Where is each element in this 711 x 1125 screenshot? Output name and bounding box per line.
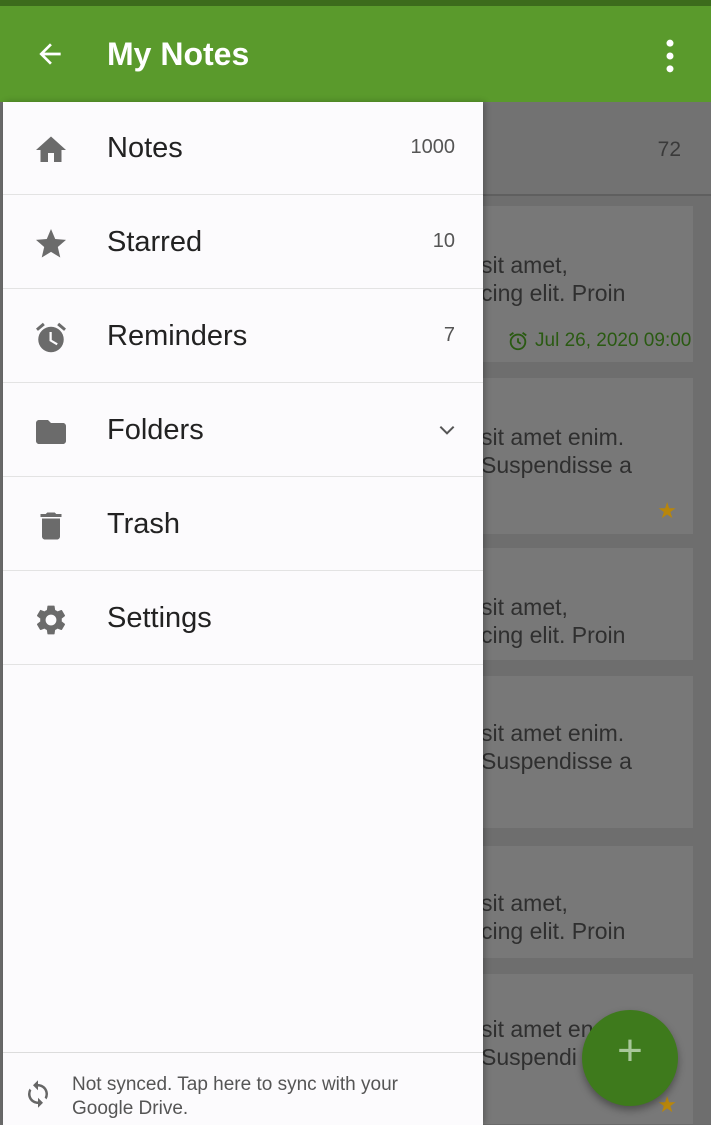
- star-icon: ★: [657, 1092, 677, 1117]
- note-card: sit amet enim. Suspendisse a: [483, 676, 693, 828]
- app-bar: My Notes: [0, 6, 711, 102]
- trash-icon: [40, 512, 62, 540]
- drawer-item-count: 7: [443, 324, 455, 346]
- note-text-line: sit amet,: [483, 890, 568, 916]
- drawer-item-trash[interactable]: Trash: [3, 478, 483, 571]
- drawer-item-label: Reminders: [107, 320, 248, 352]
- note-text-line: Suspendi: [483, 1044, 577, 1070]
- add-note-button[interactable]: +: [582, 1010, 678, 1106]
- note-card: sit amet, cing elit. Proin: [483, 548, 693, 660]
- note-text-line: sit amet,: [483, 252, 568, 278]
- drawer-item-notes[interactable]: Notes 1000: [3, 102, 483, 195]
- note-card: sit amet, cing elit. Proin Jul 26, 2020 …: [483, 206, 693, 362]
- sync-banner[interactable]: Not synced. Tap here to sync with your G…: [3, 1052, 483, 1125]
- note-text-line: sit amet enim.: [483, 424, 625, 450]
- alarm-icon: [509, 332, 527, 351]
- drawer-item-count: 1000: [410, 136, 456, 158]
- note-text-line: sit amet enim.: [483, 720, 625, 746]
- note-text-line: sit amet en: [483, 1016, 594, 1042]
- star-icon: [36, 229, 66, 258]
- app-title: My Notes: [107, 36, 250, 72]
- note-text-line: cing elit. Proin: [483, 622, 626, 648]
- note-text-line: Suspendisse a: [483, 748, 632, 774]
- note-card: sit amet, cing elit. Proin: [483, 846, 693, 958]
- more-vert-icon[interactable]: [656, 36, 684, 76]
- reminder-date-text: Jul 26, 2020 09:00: [535, 330, 692, 351]
- navigation-drawer: Notes 1000 Starred 10 Reminders 7 Folder…: [3, 102, 483, 1125]
- drawer-item-folders[interactable]: Folders: [3, 384, 483, 477]
- chevron-down-icon[interactable]: [437, 420, 457, 440]
- plus-icon: +: [617, 1026, 643, 1075]
- back-arrow-icon[interactable]: [34, 38, 66, 70]
- alarm-icon: [36, 322, 66, 353]
- note-text-line: cing elit. Proin: [483, 918, 626, 944]
- drawer-item-label: Starred: [107, 226, 203, 258]
- reminder-date: Jul 26, 2020 09:00: [507, 330, 691, 352]
- note-text-line: Suspendisse a: [483, 452, 632, 478]
- drawer-item-label: Notes: [107, 132, 183, 164]
- star-icon: ★: [657, 498, 677, 523]
- note-card: sit amet enim. Suspendisse a ★: [483, 378, 693, 534]
- drawer-item-label: Folders: [107, 414, 204, 446]
- gear-icon: [36, 605, 66, 635]
- sync-status-text: Not synced. Tap here to sync with your G…: [72, 1074, 398, 1119]
- drawer-item-starred[interactable]: Starred 10: [3, 196, 483, 289]
- note-text-line: sit amet,: [483, 594, 568, 620]
- drawer-item-label: Settings: [107, 602, 212, 634]
- list-count: 72: [657, 138, 681, 161]
- notes-list-background: 72 sit amet, cing elit. Proin Jul 26, 20…: [483, 102, 711, 1124]
- note-text-line: cing elit. Proin: [483, 280, 626, 306]
- home-icon: [36, 136, 66, 162]
- list-header: 72: [483, 102, 711, 196]
- sync-icon: [28, 1080, 48, 1108]
- drawer-item-count: 10: [432, 230, 455, 252]
- folder-icon: [36, 420, 66, 444]
- drawer-item-settings[interactable]: Settings: [3, 572, 483, 665]
- drawer-item-reminders[interactable]: Reminders 7: [3, 290, 483, 383]
- drawer-item-label: Trash: [107, 508, 181, 540]
